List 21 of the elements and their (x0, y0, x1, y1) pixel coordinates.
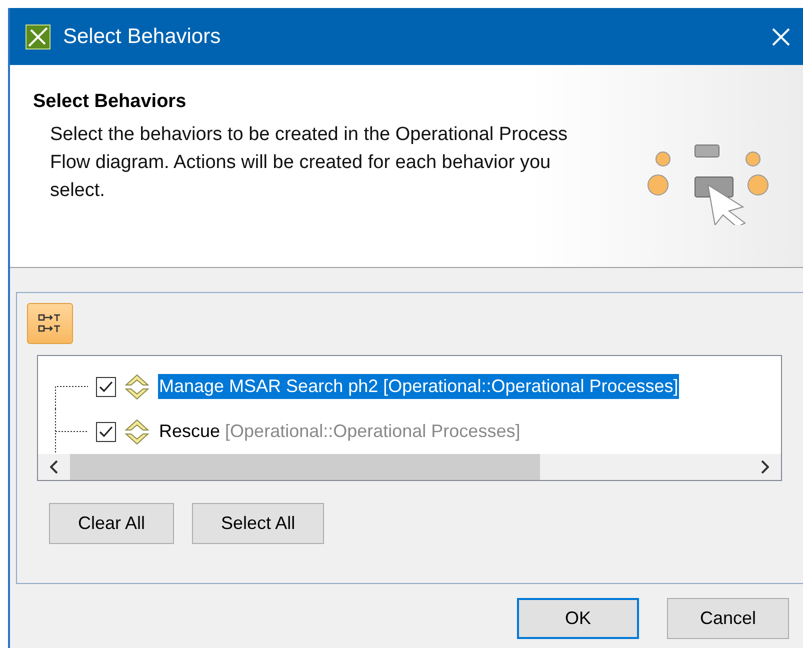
dialog-button[interactable]: OK (517, 598, 639, 639)
panel-button[interactable]: Clear All (49, 503, 174, 544)
header-title: Select Behaviors (33, 91, 188, 113)
exchange-arrows-icon (122, 372, 152, 402)
behavior-tree-item[interactable]: Manage MSAR Search ph2 [Operational::Operational Processes] (158, 374, 680, 399)
toggle-tree-button[interactable] (27, 303, 73, 344)
checkbox[interactable] (96, 376, 116, 396)
panel-button[interactable]: Select All (192, 503, 324, 544)
header-description: Select the behaviors to be created in the Operational Process Flow diagram. Actions will be created for each behavior you select. (50, 123, 569, 203)
behavior-tree-item[interactable]: Rescue [Operational::Operational Processes] (158, 419, 522, 444)
window-title: Select Behaviors (63, 24, 222, 48)
close-icon[interactable] (771, 26, 791, 46)
exchange-arrows-icon (122, 416, 152, 446)
checkbox[interactable] (96, 422, 116, 442)
checkmark-icon (99, 424, 113, 438)
horizontal-scrollbar[interactable] (38, 454, 781, 480)
checkmark-icon (99, 380, 113, 394)
scroll-left-icon[interactable] (50, 460, 58, 474)
app-logo-icon (25, 24, 51, 50)
dialog-button[interactable]: Cancel (667, 598, 789, 639)
scroll-right-icon[interactable] (761, 460, 769, 474)
